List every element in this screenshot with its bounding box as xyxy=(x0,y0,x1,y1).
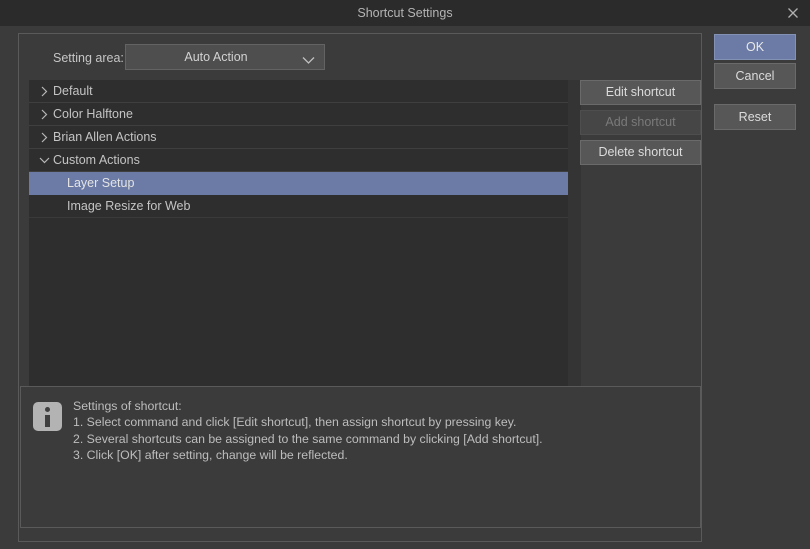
setting-area-label: Setting area: xyxy=(53,51,124,65)
tree-row[interactable]: Default xyxy=(29,80,568,103)
close-glyph xyxy=(788,8,798,18)
ok-button[interactable]: OK xyxy=(714,34,796,60)
tree-row-label: Color Halftone xyxy=(53,107,133,121)
tree-row-label: Layer Setup xyxy=(67,176,135,190)
shortcut-tree-list[interactable]: Default Color Halftone Brian Allen Actions… xyxy=(29,80,581,411)
tree-row-label: Brian Allen Actions xyxy=(53,130,157,144)
chevron-right-icon[interactable] xyxy=(38,126,50,149)
close-icon[interactable] xyxy=(780,3,806,23)
chevron-down-glyph xyxy=(302,57,315,64)
tree-row[interactable]: Brian Allen Actions xyxy=(29,126,568,149)
tree-row-label: Image Resize for Web xyxy=(67,199,191,213)
reset-button[interactable]: Reset xyxy=(714,104,796,130)
setting-area-row: Setting area: Auto Action xyxy=(19,44,702,72)
tree-row-label: Default xyxy=(53,84,93,98)
info-icon-stem xyxy=(45,415,50,427)
title-bar: Shortcut Settings xyxy=(0,0,810,26)
shortcut-config-panel: Setting area: Auto Action Default Color H… xyxy=(19,33,702,411)
tree-row[interactable]: Custom Actions xyxy=(29,149,568,172)
tree-rows-container: Default Color Halftone Brian Allen Actions… xyxy=(29,80,568,218)
info-icon xyxy=(33,402,62,431)
tree-row[interactable]: Layer Setup xyxy=(29,172,568,195)
info-panel: Settings of shortcut: 1. Select command … xyxy=(20,386,701,528)
info-panel-text: Settings of shortcut: 1. Select command … xyxy=(73,399,543,463)
window-title: Shortcut Settings xyxy=(357,6,453,20)
info-icon-dot xyxy=(45,407,50,412)
chevron-right-icon[interactable] xyxy=(38,80,50,103)
delete-shortcut-button[interactable]: Delete shortcut xyxy=(580,140,701,165)
setting-area-value: Auto Action xyxy=(184,50,248,64)
add-shortcut-button: Add shortcut xyxy=(580,110,701,135)
tree-row-label: Custom Actions xyxy=(53,153,140,167)
shortcut-settings-dialog: Shortcut Settings Setting area: Auto Act… xyxy=(0,0,810,549)
cancel-button[interactable]: Cancel xyxy=(714,63,796,89)
tree-row[interactable]: Color Halftone xyxy=(29,103,568,126)
setting-area-dropdown[interactable]: Auto Action xyxy=(125,44,325,70)
chevron-down-icon xyxy=(302,52,315,70)
chevron-down-icon[interactable] xyxy=(38,149,50,172)
chevron-right-icon[interactable] xyxy=(38,103,50,126)
edit-shortcut-button[interactable]: Edit shortcut xyxy=(580,80,701,105)
tree-row[interactable]: Image Resize for Web xyxy=(29,195,568,218)
